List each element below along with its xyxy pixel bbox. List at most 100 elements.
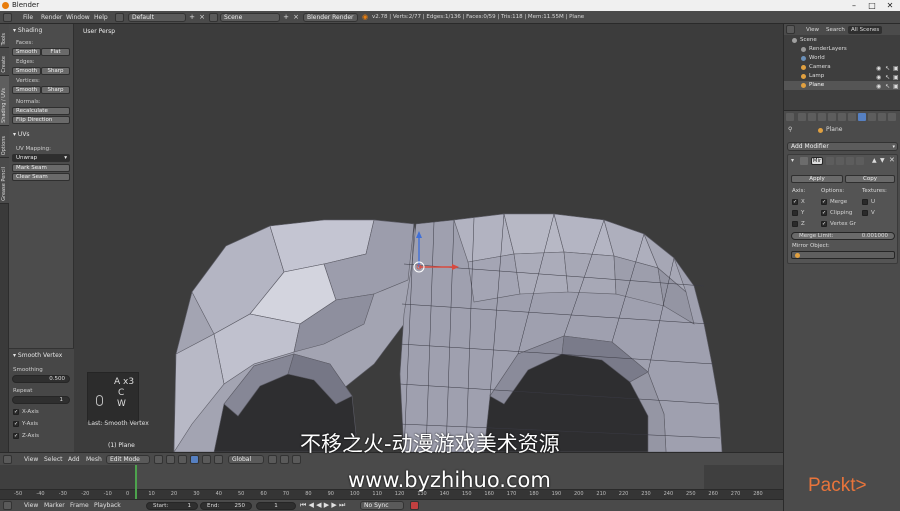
menu-window[interactable]: Window <box>66 14 90 21</box>
recalculate-button[interactable]: Recalculate <box>12 107 70 115</box>
copy-button[interactable]: Copy <box>845 175 895 183</box>
mode-dropdown[interactable]: Edit Mode <box>106 455 150 464</box>
vertex-groups-checkbox[interactable]: ✓ <box>821 221 827 227</box>
mesh-render[interactable] <box>74 24 783 452</box>
layout-close-icon[interactable]: × <box>198 13 206 22</box>
timeline-menu-view[interactable]: View <box>24 502 38 509</box>
modifier-name-field[interactable]: Mir <box>811 157 823 165</box>
y-axis-checkbox[interactable]: ✓ <box>13 421 19 427</box>
scene-icon[interactable] <box>209 13 218 22</box>
outliner-item-scene[interactable]: Scene <box>784 36 900 45</box>
outliner-item-lamp[interactable]: Lamp ◉ ↖ ▣ <box>784 72 900 81</box>
end-frame-field[interactable]: End: 250 <box>200 502 252 510</box>
move-down-icon[interactable]: ▼ <box>880 157 885 164</box>
axis-x-checkbox[interactable]: ✓ <box>792 199 798 205</box>
texture-tab-icon[interactable] <box>888 113 896 121</box>
rotate-icon[interactable] <box>202 455 211 464</box>
tab-create[interactable]: Create <box>0 48 9 76</box>
clipping-checkbox[interactable]: ✓ <box>821 210 827 216</box>
flip-direction-button[interactable]: Flip Direction <box>12 116 70 124</box>
outliner-tab-search[interactable]: Search <box>823 26 848 34</box>
repeat-field[interactable]: 1 <box>12 396 70 404</box>
vertices-smooth-button[interactable]: Smooth <box>12 86 41 94</box>
viewport-menu-mesh[interactable]: Mesh <box>86 456 102 463</box>
viewport-menu-select[interactable]: Select <box>44 456 63 463</box>
record-icon[interactable] <box>410 501 419 510</box>
viewport-menu-add[interactable]: Add <box>68 456 80 463</box>
timeline-menu-playback[interactable]: Playback <box>94 502 121 509</box>
edges-smooth-button[interactable]: Smooth <box>12 67 41 75</box>
translate-icon[interactable] <box>190 455 199 464</box>
z-axis-checkbox[interactable]: ✓ <box>13 433 19 439</box>
eye-icon[interactable]: ◉ <box>876 82 881 91</box>
merge-checkbox[interactable]: ✓ <box>821 199 827 205</box>
current-frame-marker[interactable] <box>135 465 137 499</box>
mark-seam-button[interactable]: Mark Seam <box>12 164 70 172</box>
outliner-item-world[interactable]: World <box>784 54 900 63</box>
tab-shading-uvs[interactable]: Shading / UVs <box>0 76 9 126</box>
axis-z-checkbox[interactable] <box>792 221 798 227</box>
editmode-toggle-icon[interactable] <box>826 157 834 165</box>
start-frame-field[interactable]: Start: 1 <box>146 502 198 510</box>
pivot-icon[interactable] <box>166 455 175 464</box>
current-frame-field[interactable]: 1 <box>256 502 296 510</box>
x-axis-checkbox[interactable]: ✓ <box>13 409 19 415</box>
constraints-tab-icon[interactable] <box>848 113 856 121</box>
outliner-editor-type-icon[interactable] <box>786 25 795 34</box>
layout-dropdown[interactable]: Default <box>128 13 186 22</box>
outliner-tab-all-scenes[interactable]: All Scenes <box>848 26 883 34</box>
outliner-item-camera[interactable]: Camera ◉ ↖ ▣ <box>784 63 900 72</box>
viewport-toggle-icon[interactable] <box>836 157 844 165</box>
cage-toggle-icon[interactable] <box>856 157 864 165</box>
apply-button[interactable]: Apply <box>791 175 843 183</box>
tab-tools[interactable]: Tools <box>0 24 9 48</box>
playback-controls-icon[interactable]: ⏮ ◀ ◀ ▶ ▶ ⏭ <box>300 501 345 510</box>
renderlayer-tab-icon[interactable] <box>808 113 816 121</box>
close-icon[interactable]: ✕ <box>882 0 898 11</box>
minimize-icon[interactable]: – <box>846 0 862 11</box>
menu-help[interactable]: Help <box>94 14 108 21</box>
clear-seam-button[interactable]: Clear Seam <box>12 173 70 181</box>
shading-panel-header[interactable]: ▾ Shading <box>13 27 42 34</box>
viewport-menu-view[interactable]: View <box>24 456 38 463</box>
smoothing-field[interactable]: 0.500 <box>12 375 70 383</box>
viewport-editor-type-icon[interactable] <box>3 455 12 464</box>
scene-add-icon[interactable]: + <box>282 13 290 22</box>
menu-render[interactable]: Render <box>41 14 62 21</box>
editor-type-icon[interactable] <box>3 13 12 22</box>
shading-mode-icon[interactable] <box>154 455 163 464</box>
sync-dropdown[interactable]: No Sync <box>360 501 404 510</box>
remove-modifier-icon[interactable]: ✕ <box>889 156 895 164</box>
render-toggle-icon[interactable] <box>846 157 854 165</box>
unwrap-menu[interactable]: Unwrap ▾ <box>12 154 70 162</box>
outliner-item-renderlayers[interactable]: RenderLayers <box>784 45 900 54</box>
3d-viewport[interactable]: User Persp A x3 C W Last: Smooth Vertex … <box>74 24 783 452</box>
data-tab-icon[interactable] <box>868 113 876 121</box>
timeline-menu-frame[interactable]: Frame <box>70 502 89 509</box>
timeline-editor-type-icon[interactable] <box>3 501 12 510</box>
orientation-dropdown[interactable]: Global <box>228 455 264 464</box>
material-tab-icon[interactable] <box>878 113 886 121</box>
uvs-panel-header[interactable]: ▾ UVs <box>13 131 30 138</box>
edge-select-icon[interactable] <box>280 455 289 464</box>
object-tab-icon[interactable] <box>838 113 846 121</box>
properties-editor-type-icon[interactable] <box>786 113 794 121</box>
layout-add-icon[interactable]: + <box>188 13 196 22</box>
merge-limit-field[interactable]: Merge Limit: 0.001000 <box>791 232 895 240</box>
render-tab-icon[interactable] <box>798 113 806 121</box>
scene-close-icon[interactable]: × <box>292 13 300 22</box>
tab-options[interactable]: Options <box>0 126 9 158</box>
modifiers-tab-icon[interactable] <box>858 113 866 121</box>
operator-panel-header[interactable]: ▾ Smooth Vertex <box>13 352 62 359</box>
mirror-object-field[interactable] <box>791 251 895 259</box>
tab-grease-pencil[interactable]: Grease Pencil <box>0 158 9 204</box>
maximize-icon[interactable]: □ <box>864 0 880 11</box>
vertex-select-icon[interactable] <box>268 455 277 464</box>
outliner-item-plane[interactable]: Plane ◉ ↖ ▣ <box>784 81 900 90</box>
outliner-tab-view[interactable]: View <box>803 26 822 34</box>
axis-y-checkbox[interactable] <box>792 210 798 216</box>
faces-smooth-button[interactable]: Smooth <box>12 48 41 56</box>
render-engine-dropdown[interactable]: Blender Render <box>303 13 358 22</box>
add-modifier-dropdown[interactable]: Add Modifier ▾ <box>787 142 898 151</box>
cursor-icon[interactable]: ↖ <box>885 82 890 91</box>
